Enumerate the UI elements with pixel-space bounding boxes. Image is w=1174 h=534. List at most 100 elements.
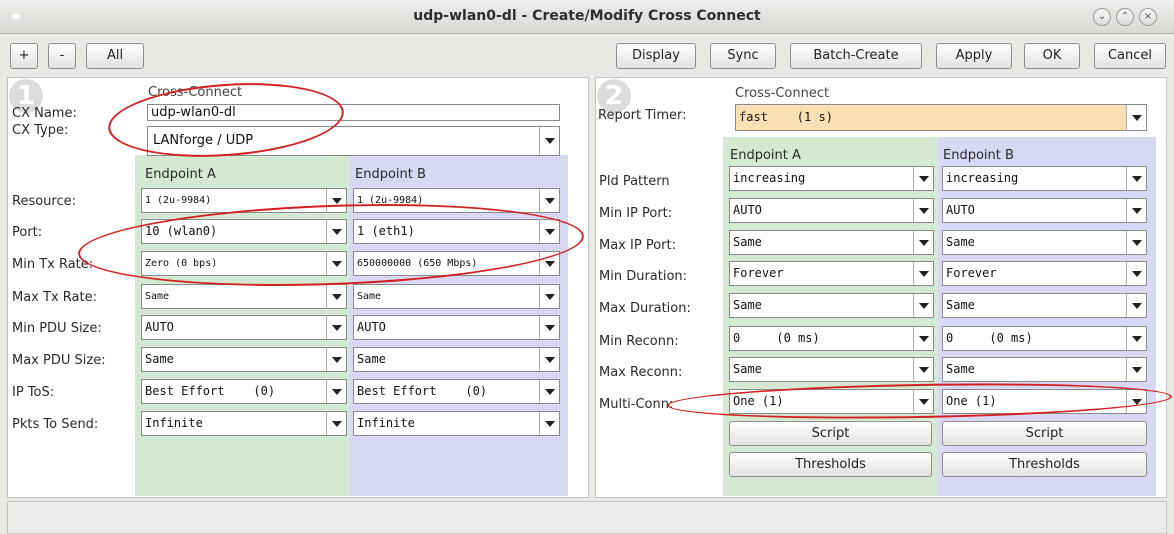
min-reconn-a-select[interactable]: 0 (0 ms) [729, 326, 934, 351]
apply-button[interactable]: Apply [936, 43, 1012, 69]
pkts-to-send-b-select[interactable]: Infinite [353, 411, 560, 436]
chevron-down-icon[interactable] [1126, 358, 1146, 381]
chevron-down-icon[interactable] [539, 285, 559, 308]
min-duration-a-select-value: Forever [733, 266, 784, 280]
thresholds-button-a[interactable]: Thresholds [729, 452, 932, 477]
pkts-to-send-label: Pkts To Send: [12, 417, 99, 432]
chevron-down-icon[interactable] [326, 380, 346, 403]
max-duration-a-select-value: Same [733, 298, 762, 312]
max-reconn-b-select[interactable]: Same [942, 357, 1147, 382]
max-tx-rate-b-select-value: Same [357, 291, 382, 302]
close-icon[interactable]: × [1139, 8, 1157, 26]
pld-pattern-b-select[interactable]: increasing [942, 166, 1147, 191]
min-ip-port-label: Min IP Port: [599, 206, 673, 221]
max-ip-port-b-select[interactable]: Same [942, 230, 1147, 255]
chevron-down-icon[interactable] [539, 412, 559, 435]
ip-tos-b-select[interactable]: Best Effort (0) [353, 379, 560, 404]
port-label: Port: [12, 225, 43, 240]
chevron-down-icon[interactable] [913, 294, 933, 317]
min-duration-b-select-value: Forever [946, 266, 997, 280]
min-ip-port-a-select[interactable]: AUTO [729, 198, 934, 223]
multi-conn-label: Multi-Conn: [599, 397, 674, 412]
endpoint-b-header: Endpoint B [355, 167, 426, 182]
cx-name-label: CX Name: [12, 106, 77, 121]
max-duration-b-select[interactable]: Same [942, 293, 1147, 318]
min-duration-b-select[interactable]: Forever [942, 261, 1147, 286]
chevron-down-icon[interactable] [539, 316, 559, 339]
chevron-down-icon[interactable] [1126, 327, 1146, 350]
chevron-down-icon[interactable] [326, 285, 346, 308]
maximize-icon[interactable]: ⌃ [1116, 8, 1134, 26]
cx-type-label: CX Type: [12, 123, 69, 138]
max-ip-port-a-select-value: Same [733, 235, 762, 249]
min-pdu-size-a-select[interactable]: AUTO [141, 315, 347, 340]
max-reconn-a-select[interactable]: Same [729, 357, 934, 382]
ip-tos-a-select[interactable]: Best Effort (0) [141, 379, 347, 404]
chevron-down-icon[interactable] [539, 348, 559, 371]
chevron-down-icon[interactable] [539, 127, 559, 155]
report-timer-label: Report Timer: [598, 108, 687, 123]
max-tx-rate-b-select[interactable]: Same [353, 284, 560, 309]
chevron-down-icon[interactable] [913, 167, 933, 190]
batch-create-button[interactable]: Batch-Create [790, 43, 922, 69]
min-pdu-size-b-select-value: AUTO [357, 320, 386, 334]
max-tx-rate-a-select[interactable]: Same [141, 284, 347, 309]
min-ip-port-b-select-value: AUTO [946, 203, 975, 217]
max-duration-b-select-value: Same [946, 298, 975, 312]
chevron-down-icon[interactable] [1126, 294, 1146, 317]
min-reconn-a-select-value: 0 (0 ms) [733, 331, 820, 345]
sync-button[interactable]: Sync [710, 43, 776, 69]
min-reconn-b-select[interactable]: 0 (0 ms) [942, 326, 1147, 351]
chevron-down-icon[interactable] [913, 358, 933, 381]
thresholds-button-b[interactable]: Thresholds [942, 452, 1147, 477]
report-timer-value: fast (1 s) [736, 105, 1126, 130]
pld-pattern-a-select[interactable]: increasing [729, 166, 934, 191]
status-bar [7, 501, 1167, 534]
min-pdu-size-b-select[interactable]: AUTO [353, 315, 560, 340]
ip-tos-label: IP ToS: [12, 385, 55, 400]
max-pdu-size-a-select-value: Same [145, 352, 174, 366]
chevron-down-icon[interactable] [1126, 262, 1146, 285]
ok-button[interactable]: OK [1024, 43, 1080, 69]
max-reconn-a-select-value: Same [733, 362, 762, 376]
min-ip-port-b-select[interactable]: AUTO [942, 198, 1147, 223]
chevron-down-icon[interactable] [539, 189, 559, 212]
chevron-down-icon[interactable] [1126, 167, 1146, 190]
chevron-down-icon[interactable] [913, 199, 933, 222]
max-tx-rate-label: Max Tx Rate: [12, 290, 97, 305]
all-button[interactable]: All [86, 43, 144, 69]
max-pdu-size-a-select[interactable]: Same [141, 347, 347, 372]
pkts-to-send-b-select-value: Infinite [357, 416, 415, 430]
chevron-down-icon[interactable] [913, 262, 933, 285]
chevron-down-icon[interactable] [913, 231, 933, 254]
display-button[interactable]: Display [616, 43, 696, 69]
pld-pattern-a-select-value: increasing [733, 171, 806, 185]
endpoint-a-header: Endpoint A [145, 167, 216, 182]
max-duration-a-select[interactable]: Same [729, 293, 934, 318]
cancel-button[interactable]: Cancel [1094, 43, 1166, 69]
script-button-b[interactable]: Script [942, 421, 1147, 446]
section-title-right: Cross-Connect [735, 86, 830, 101]
chevron-down-icon[interactable] [539, 380, 559, 403]
chevron-down-icon[interactable] [1126, 231, 1146, 254]
chevron-down-icon[interactable] [326, 316, 346, 339]
pkts-to-send-a-select-value: Infinite [145, 416, 203, 430]
min-duration-a-select[interactable]: Forever [729, 261, 934, 286]
chevron-down-icon[interactable] [326, 348, 346, 371]
remove-button[interactable]: - [48, 43, 76, 69]
max-pdu-size-b-select[interactable]: Same [353, 347, 560, 372]
report-timer-select[interactable]: fast (1 s) [735, 104, 1147, 131]
ip-tos-b-select-value: Best Effort (0) [357, 384, 488, 398]
add-button[interactable]: + [10, 43, 38, 69]
min-reconn-label: Min Reconn: [599, 334, 679, 349]
chevron-down-icon[interactable] [913, 327, 933, 350]
chevron-down-icon[interactable] [1126, 199, 1146, 222]
chevron-down-icon[interactable] [326, 412, 346, 435]
pkts-to-send-a-select[interactable]: Infinite [141, 411, 347, 436]
chevron-down-icon[interactable] [1126, 105, 1146, 130]
min-pdu-size-label: Min PDU Size: [12, 321, 102, 336]
max-ip-port-a-select[interactable]: Same [729, 230, 934, 255]
script-button-a[interactable]: Script [729, 421, 932, 446]
resource-label: Resource: [12, 194, 76, 209]
minimize-icon[interactable]: ⌄ [1093, 8, 1111, 26]
